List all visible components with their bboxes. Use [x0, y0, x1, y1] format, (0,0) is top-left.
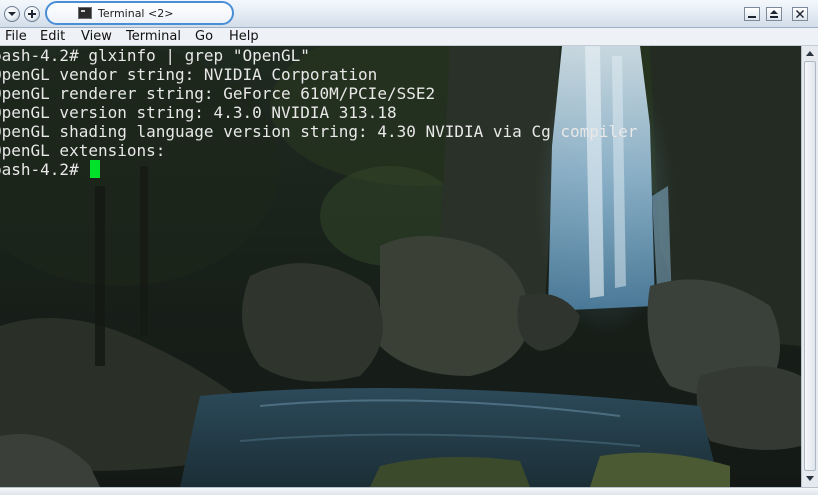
- menu-help[interactable]: Help: [229, 29, 259, 44]
- menu-bar: File Edit View Terminal Go Help: [0, 28, 818, 46]
- terminal-line: OpenGL version string: 4.3.0 NVIDIA 313.…: [0, 103, 397, 122]
- taskbar-entry-terminal[interactable]: Terminal <2>: [45, 1, 234, 25]
- terminal-line: OpenGL vendor string: NVIDIA Corporation: [0, 65, 378, 84]
- prompt-line[interactable]: bash-4.2#: [0, 160, 637, 179]
- terminal-line: OpenGL renderer string: GeForce 610M/PCI…: [0, 84, 436, 103]
- maximize-icon: [770, 10, 778, 18]
- terminal-icon: [78, 7, 92, 19]
- arrow-down-icon[interactable]: [803, 472, 817, 485]
- title-bar: Terminal <2>: [0, 0, 818, 28]
- vertical-scrollbar[interactable]: [801, 46, 818, 487]
- menu-go[interactable]: Go: [195, 29, 213, 44]
- chevron-down-circle-icon[interactable]: [4, 6, 20, 22]
- shell-prompt: bash-4.2#: [0, 160, 89, 179]
- menu-terminal[interactable]: Terminal: [126, 29, 181, 44]
- text-cursor: [90, 160, 101, 178]
- close-button[interactable]: [792, 7, 808, 21]
- scrollbar-thumb[interactable]: [804, 61, 816, 471]
- window-bottom-border: [0, 487, 818, 495]
- terminal-output: bash-4.2# glxinfo | grep "OpenGL" OpenGL…: [0, 46, 637, 179]
- plus-circle-icon[interactable]: [24, 6, 40, 22]
- arrow-up-icon[interactable]: [803, 47, 817, 60]
- menu-file[interactable]: File: [5, 29, 27, 44]
- terminal-area[interactable]: bash-4.2# glxinfo | grep "OpenGL" OpenGL…: [0, 46, 801, 487]
- terminal-line: OpenGL shading language version string: …: [0, 122, 638, 141]
- window-title: Terminal <2>: [98, 7, 174, 20]
- maximize-button[interactable]: [766, 7, 782, 21]
- close-icon: [796, 10, 804, 18]
- minimize-icon: [748, 16, 756, 18]
- minimize-button[interactable]: [744, 7, 760, 21]
- terminal-line: bash-4.2# glxinfo | grep "OpenGL": [0, 46, 310, 65]
- menu-edit[interactable]: Edit: [40, 29, 65, 44]
- menu-view[interactable]: View: [81, 29, 112, 44]
- terminal-line: OpenGL extensions:: [0, 141, 166, 160]
